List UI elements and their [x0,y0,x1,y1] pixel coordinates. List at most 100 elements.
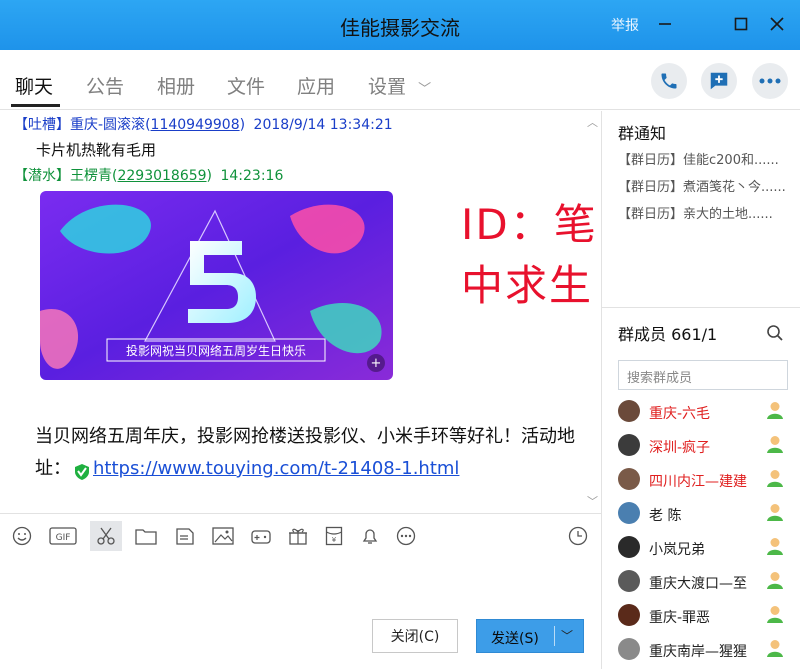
scroll-up-icon[interactable]: ︿ [587,114,598,130]
tab-files[interactable]: 文件 [227,72,265,99]
member-row[interactable]: 重庆大渡口—至 [618,570,798,600]
svg-text:¥: ¥ [332,536,337,544]
right-panel: 群通知 【群日历】佳能c200和...... 【群日历】煮酒笺花丶今......… [601,111,800,669]
screenshot-scissors-icon[interactable] [90,521,122,551]
avatar[interactable] [618,502,640,524]
title-bar: 佳能摄影交流 举报 [0,0,800,50]
message-header: 【吐槽】重庆-圆滚滚(1140949908) 2018/9/14 13:34:2… [14,117,393,133]
user-status-icon [765,468,785,492]
member-name: 重庆-罪恶 [649,610,711,626]
svg-text:+: + [371,356,382,371]
close-button[interactable]: 关闭(C) [372,619,458,653]
avatar[interactable] [618,400,640,422]
more-button[interactable] [752,63,788,99]
avatar[interactable] [618,468,640,490]
avatar[interactable] [618,536,640,558]
member-row[interactable]: 老 陈 [618,502,798,532]
member-name: 老 陈 [649,508,682,524]
tab-chat[interactable]: 聊天 [15,72,53,99]
avatar[interactable] [618,604,640,626]
member-row[interactable]: 深圳-疯子 [618,434,798,464]
tab-apps[interactable]: 应用 [297,72,335,99]
notice-item[interactable]: 【群日历】煮酒笺花丶今...... [618,176,796,195]
gif-icon[interactable]: GIF [48,525,78,547]
more-tools-icon[interactable] [394,525,418,547]
more-icon [759,78,781,84]
game-icon[interactable] [249,525,273,547]
message-text: 当贝网络五周年庆，投影网抢楼送投影仪、小米手环等好礼！活动地址： https://… [35,421,585,485]
avatar[interactable] [618,434,640,456]
send-button-label: 发送(S) [491,631,539,647]
send-options-divider [554,626,555,646]
new-message-button[interactable] [701,63,737,99]
minimize-icon[interactable] [650,10,680,38]
message-time: 14:23:16 [220,168,284,184]
phone-icon [661,73,677,89]
avatar[interactable] [618,570,640,592]
folder-icon[interactable] [134,525,158,547]
bell-icon[interactable] [358,525,382,547]
member-row[interactable]: 小岚兄弟 [618,536,798,566]
tab-settings[interactable]: 设置 ﹀ [368,72,431,99]
message-time: 2018/9/14 13:34:21 [253,117,393,133]
member-name: 深圳-疯子 [649,440,711,456]
tab-announcement[interactable]: 公告 [86,72,124,99]
activity-link[interactable]: https://www.touying.com/t-21408-1.html [93,458,459,479]
notice-item[interactable]: 【群日历】佳能c200和...... [618,149,796,168]
group-notice-title: 群通知 [618,124,667,143]
maximize-icon[interactable] [726,10,756,38]
input-toolbar: GIF ¥ [0,513,601,557]
gift-icon[interactable] [286,525,310,547]
history-clock-icon[interactable] [566,525,590,547]
member-row[interactable]: 重庆-罪恶 [618,604,798,634]
file-transfer-icon[interactable] [173,525,197,547]
tab-bar: 聊天 公告 相册 文件 应用 设置 ﹀ [0,50,800,110]
member-row[interactable]: 四川内江—建建 [618,468,798,498]
sender-name[interactable]: 王楞青 [70,168,112,184]
user-status-icon [765,570,785,594]
member-name: 重庆南岸—猩猩 [649,644,747,660]
group-members-title: 群成员 661/1 [618,325,718,344]
image-icon[interactable] [211,525,235,547]
watermark-text: ID：笔中求生 [461,200,598,310]
chat-area[interactable]: 【吐槽】重庆-圆滚滚(1140949908) 2018/9/14 13:34:2… [0,111,601,513]
member-row[interactable]: 重庆南岸—猩猩 [618,638,798,668]
sender-qq[interactable]: 2293018659 [117,168,206,184]
report-button[interactable]: 举报 [611,15,639,35]
chevron-down-icon[interactable]: ﹀ [561,627,573,644]
shield-icon [73,460,91,480]
user-status-icon [765,502,785,526]
avatar[interactable] [618,638,640,660]
poster-image[interactable]: 投影网祝当贝网络五周岁生日快乐 + [40,191,393,380]
active-tab-indicator [11,104,60,107]
window-title: 佳能摄影交流 [340,16,460,40]
member-row[interactable]: 重庆-六毛 [618,400,798,430]
user-status-icon [765,434,785,458]
sender-name[interactable]: 重庆-圆滚滚 [70,117,145,133]
member-tag: 【吐槽】 [14,117,70,133]
member-tag: 【潜水】 [14,168,70,184]
member-name: 四川内江—建建 [649,474,747,490]
emoji-icon[interactable] [10,525,34,547]
scroll-down-icon[interactable]: ﹀ [587,493,598,509]
send-button[interactable]: 发送(S) ﹀ [476,619,584,653]
message-header: 【潜水】王楞青(2293018659) 14:23:16 [14,168,284,184]
user-status-icon [765,604,785,628]
user-status-icon [765,536,785,560]
sender-qq[interactable]: 1140949908 [151,117,240,133]
notice-item[interactable]: 【群日历】亲大的土地...... [618,203,796,222]
red-packet-icon[interactable]: ¥ [322,525,346,547]
member-name: 重庆大渡口—至 [649,576,747,592]
call-button[interactable] [651,63,687,99]
member-name: 小岚兄弟 [649,542,705,558]
poster-caption: 投影网祝当贝网络五周岁生日快乐 [126,343,306,358]
close-window-icon[interactable] [762,10,792,38]
member-search-input[interactable]: 搜索群成员 [618,360,788,390]
member-search-icon[interactable] [766,324,784,346]
member-name: 重庆-六毛 [649,406,711,422]
chevron-down-icon: ﹀ [418,82,432,97]
message-text: 卡片机热靴有毛用 [36,141,157,159]
tab-album[interactable]: 相册 [157,72,195,99]
add-chat-icon [710,72,728,90]
user-status-icon [765,400,785,424]
